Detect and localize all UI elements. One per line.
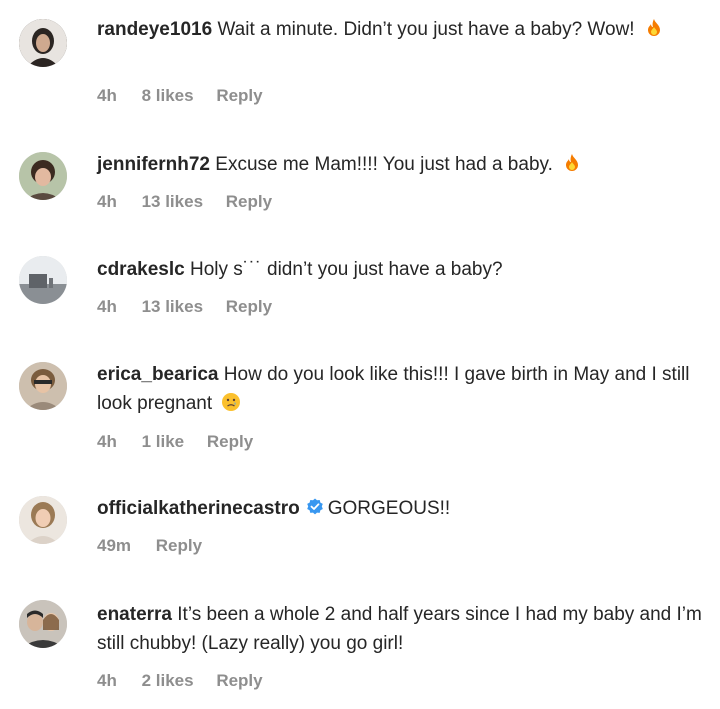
verified-badge-icon [306,496,324,515]
avatar[interactable] [19,362,67,410]
comment-meta: 4h 8 likes Reply [97,86,281,106]
comment-username[interactable]: jennifernh72 [97,154,210,175]
comment-time: 4h [97,297,117,316]
comment-likes[interactable]: 13 likes [142,192,203,211]
avatar[interactable] [19,256,67,304]
reply-button[interactable]: Reply [207,432,253,451]
comment-time: 4h [97,192,117,211]
fire-emoji-icon [644,18,664,38]
comment-text: cdrakeslc Holy s˙˙˙ didn’t you just have… [97,255,714,284]
comment-text: jennifernh72 Excuse me Mam!!!! You just … [97,150,714,179]
comment-message: Holy s˙˙˙ didn’t you just have a baby? [189,259,503,280]
reply-button[interactable]: Reply [216,671,262,690]
comment-meta: 4h 2 likes Reply [97,671,281,691]
reply-button[interactable]: Reply [216,86,262,105]
comment-meta: 49m Reply [97,536,220,556]
comment-time: 49m [97,536,132,555]
reply-button[interactable]: Reply [226,297,272,316]
avatar[interactable] [19,600,67,648]
avatar[interactable] [19,19,67,67]
reply-button[interactable]: Reply [156,536,202,555]
comment-username[interactable]: randeye1016 [97,19,212,40]
comment-text: erica_bearica How do you look like this!… [97,360,714,418]
comment-username[interactable]: erica_bearica [97,364,219,385]
comment-meta: 4h 1 like Reply [97,432,271,452]
fire-emoji-icon [562,153,582,173]
comment-message: GORGEOUS!! [327,498,451,519]
comment-message: Wait a minute. Didn’t you just have a ba… [217,19,635,40]
comment-text: randeye1016 Wait a minute. Didn’t you ju… [97,15,714,44]
crying-face-emoji-icon [221,392,241,412]
comment-text: enaterra It’s been a whole 2 and half ye… [97,600,714,658]
avatar[interactable] [19,496,67,544]
comment-message: Excuse me Mam!!!! You just had a baby. [215,154,553,175]
comment-likes[interactable]: 8 likes [142,86,194,105]
comment-likes[interactable]: 1 like [142,432,185,451]
comment-time: 4h [97,432,117,451]
comment-username[interactable]: officialkatherinecastro [97,498,300,519]
comment-likes[interactable]: 13 likes [142,297,203,316]
reply-button[interactable]: Reply [226,192,272,211]
comment-username[interactable]: enaterra [97,604,172,625]
comment-likes[interactable]: 2 likes [142,671,194,690]
comment-time: 4h [97,86,117,105]
comment-time: 4h [97,671,117,690]
comment-meta: 4h 13 likes Reply [97,297,290,317]
comment-meta: 4h 13 likes Reply [97,192,290,212]
comment-text: officialkatherinecastro GORGEOUS!! [97,494,714,523]
comment-message: It’s been a whole 2 and half years since… [97,604,702,654]
avatar[interactable] [19,152,67,200]
comment-username[interactable]: cdrakeslc [97,259,185,280]
